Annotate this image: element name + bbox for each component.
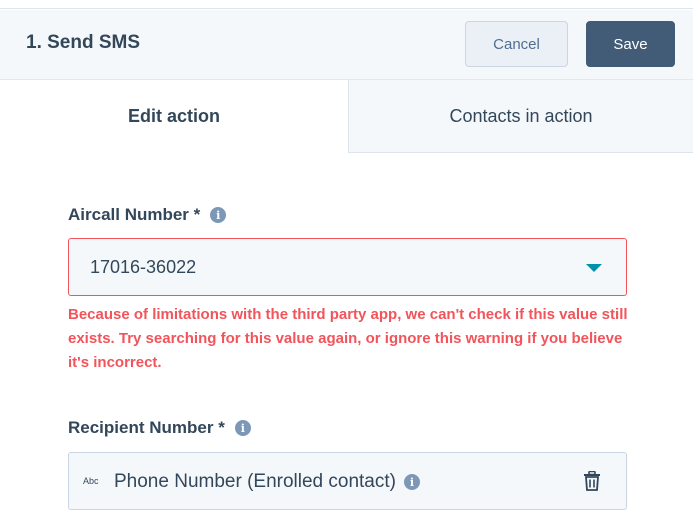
trash-icon[interactable] [583,471,601,491]
aircall-number-select[interactable]: 17016-36022 [68,238,627,296]
aircall-number-label: Aircall Number * i [68,205,227,225]
text-type-icon: Abc [83,476,99,486]
info-icon[interactable]: i [403,474,420,490]
recipient-number-field[interactable]: Abc Phone Number (Enrolled contact) i [68,452,627,510]
tab-contacts-in-action[interactable]: Contacts in action [348,80,693,153]
action-title: 1. Send SMS [26,32,141,53]
tab-bar: Edit action Contacts in action [0,80,693,153]
cancel-button[interactable]: Cancel [465,21,568,67]
tab-edit-action[interactable]: Edit action [0,80,348,153]
recipient-token: Phone Number (Enrolled contact) i [114,471,420,493]
info-icon[interactable]: i [210,207,227,223]
recipient-number-label: Recipient Number * i [68,418,251,438]
aircall-number-value: 17016-36022 [90,257,197,277]
validation-warning: Because of limitations with the third pa… [68,306,628,371]
aircall-number-label-text: Aircall Number * [68,205,201,224]
recipient-token-label: Phone Number (Enrolled contact) [114,471,396,492]
save-button[interactable]: Save [586,21,675,67]
chevron-down-icon [586,264,602,272]
info-icon[interactable]: i [234,420,251,436]
action-header: 1. Send SMS Cancel Save [0,10,693,80]
top-border [0,0,693,9]
recipient-number-label-text: Recipient Number * [68,418,225,437]
